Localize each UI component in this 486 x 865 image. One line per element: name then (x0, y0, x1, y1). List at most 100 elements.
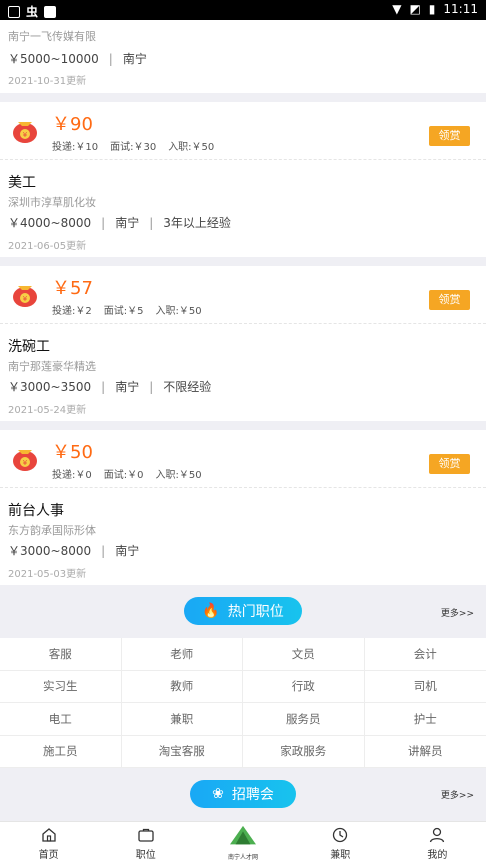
reward-amount: ￥90 (52, 114, 93, 135)
company-name: 东方韵承国际形体 (8, 524, 96, 537)
interview-reward: 面试:￥5 (103, 306, 144, 317)
hot-job-item[interactable]: 家政服务 (243, 735, 365, 768)
hot-job-item[interactable]: 讲解员 (364, 736, 486, 768)
logo-icon (230, 825, 256, 845)
money-bag-icon: ¥ (13, 286, 37, 307)
hot-job-item[interactable]: 电工 (0, 703, 122, 736)
fire-icon: 🔥 (202, 603, 220, 619)
reward-section: ¥ ￥90 投递:￥10 面试:￥30 入职:￥50 领赏 (0, 102, 486, 160)
onboard-reward: 入职:￥50 (168, 142, 215, 153)
svg-text:¥: ¥ (23, 131, 28, 139)
city: 南宁 (115, 380, 140, 394)
job-card[interactable]: ¥ ￥90 投递:￥10 面试:￥30 入职:￥50 领赏 美工 深圳市淳草肌化… (0, 102, 486, 257)
tab-center-logo[interactable]: 南宁人才网 (194, 822, 291, 865)
job-card[interactable]: 南宁一飞传媒有限 ￥5000~10000 | 南宁 2021-10-31更新 (0, 20, 486, 93)
hot-job-item[interactable]: 施工员 (0, 735, 122, 768)
job-card[interactable]: ¥ ￥57 投递:￥2 面试:￥5 入职:￥50 领赏 洗碗工 南宁那莲豪华精选… (0, 266, 486, 421)
job-fair-header: ❀ 招聘会 更多>> (0, 768, 486, 820)
reward-amount: ￥50 (52, 442, 93, 463)
job-card[interactable]: ¥ ￥50 投递:￥0 面试:￥0 入职:￥50 领赏 前台人事 东方韵承国际形… (0, 430, 486, 585)
city: 南宁 (122, 52, 147, 66)
reward-section: ¥ ￥50 投递:￥0 面试:￥0 入职:￥50 领赏 (0, 430, 486, 488)
update-date: 2021-10-31更新 (8, 76, 87, 87)
job-title: 美工 (8, 175, 36, 191)
deliver-reward: 投递:￥10 (52, 142, 99, 153)
wifi-icon: ▼ (392, 2, 402, 16)
salary: ￥4000~8000 (8, 216, 92, 230)
hot-job-item[interactable]: 文员 (243, 638, 365, 671)
clock-icon (333, 827, 348, 843)
hot-job-item[interactable]: 司机 (364, 671, 486, 703)
hot-job-item[interactable]: 教师 (121, 670, 243, 703)
tab-home-label: 首页 (38, 850, 59, 861)
signal-icon: ◩ (409, 2, 421, 16)
hot-job-item[interactable]: 服务员 (243, 703, 365, 736)
fair-icon: ❀ (212, 786, 224, 802)
update-date: 2021-06-05更新 (8, 241, 87, 252)
briefcase-icon (138, 828, 154, 842)
city: 南宁 (115, 544, 140, 558)
interview-reward: 面试:￥0 (103, 470, 144, 481)
battery-icon: ▮ (428, 2, 436, 16)
tab-jobs-label: 职位 (135, 850, 156, 861)
claim-reward-button[interactable]: 领赏 (429, 454, 470, 474)
company-name: 南宁那莲豪华精选 (8, 360, 96, 373)
hot-jobs-more-link[interactable]: 更多>> (441, 606, 474, 619)
salary: ￥3000~3500 (8, 380, 92, 394)
job-title: 前台人事 (8, 503, 64, 519)
hot-job-item[interactable]: 行政 (243, 670, 365, 703)
city: 南宁 (115, 216, 140, 230)
bug-icon: 虫 (26, 5, 39, 19)
hot-jobs-grid: 客服 老师 文员 会计 实习生 教师 行政 司机 电工 兼职 服务员 护士 施工… (0, 638, 486, 768)
experience: 3年以上经验 (163, 216, 231, 230)
claim-reward-button[interactable]: 领赏 (429, 126, 470, 146)
bottom-tab-bar: 首页 职位 南宁人才网 兼职 我的 (0, 821, 486, 865)
hot-jobs-pill: 🔥 热门职位 (184, 597, 302, 625)
hot-job-item[interactable]: 老师 (121, 638, 243, 671)
money-bag-icon: ¥ (13, 122, 37, 143)
job-title: 洗碗工 (8, 339, 50, 355)
hot-job-item[interactable]: 淘宝客服 (121, 735, 243, 768)
update-date: 2021-05-24更新 (8, 405, 87, 416)
svg-text:¥: ¥ (23, 459, 28, 467)
claim-reward-button[interactable]: 领赏 (429, 290, 470, 310)
job-fair-label: 招聘会 (231, 787, 274, 803)
onboard-reward: 入职:￥50 (155, 470, 202, 481)
experience: 不限经验 (163, 380, 212, 394)
tab-mine[interactable]: 我的 (389, 822, 486, 865)
deliver-reward: 投递:￥2 (52, 306, 92, 317)
status-time: 11:11 (443, 2, 478, 16)
app-icon (44, 5, 57, 18)
reward-section: ¥ ￥57 投递:￥2 面试:￥5 入职:￥50 领赏 (0, 266, 486, 324)
update-date: 2021-05-03更新 (8, 569, 87, 580)
deliver-reward: 投递:￥0 (52, 470, 92, 481)
tab-center-label: 南宁人才网 (228, 854, 259, 861)
home-icon (41, 828, 56, 842)
salary: ￥5000~10000 (8, 52, 99, 66)
job-list[interactable]: 南宁一飞传媒有限 ￥5000~10000 | 南宁 2021-10-31更新 ¥… (0, 20, 486, 821)
tab-mine-label: 我的 (427, 850, 448, 861)
hot-job-item[interactable]: 客服 (0, 638, 122, 671)
onboard-reward: 入职:￥50 (155, 306, 202, 317)
hot-job-item[interactable]: 兼职 (121, 703, 243, 736)
tab-home[interactable]: 首页 (0, 822, 97, 865)
hot-jobs-label: 热门职位 (227, 604, 284, 620)
salary: ￥3000~8000 (8, 544, 92, 558)
status-bar: 虫 ▼ ◩ ▮ 11:11 (0, 0, 486, 20)
svg-text:¥: ¥ (23, 295, 28, 303)
company-name: 南宁一飞传媒有限 (8, 30, 96, 43)
tab-parttime-label: 兼职 (330, 850, 351, 861)
reward-amount: ￥57 (52, 278, 93, 299)
tab-parttime[interactable]: 兼职 (292, 822, 389, 865)
notification-icon (8, 5, 20, 18)
tab-jobs[interactable]: 职位 (97, 822, 194, 865)
hot-jobs-header: 🔥 热门职位 更多>> (0, 586, 486, 638)
job-fair-pill: ❀ 招聘会 (190, 780, 296, 808)
hot-job-item[interactable]: 护士 (364, 703, 486, 736)
company-name: 深圳市淳草肌化妆 (8, 196, 96, 209)
hot-job-item[interactable]: 实习生 (0, 670, 122, 703)
user-icon (430, 827, 445, 843)
job-fair-more-link[interactable]: 更多>> (441, 788, 474, 801)
interview-reward: 面试:￥30 (110, 142, 157, 153)
hot-job-item[interactable]: 会计 (364, 638, 486, 671)
